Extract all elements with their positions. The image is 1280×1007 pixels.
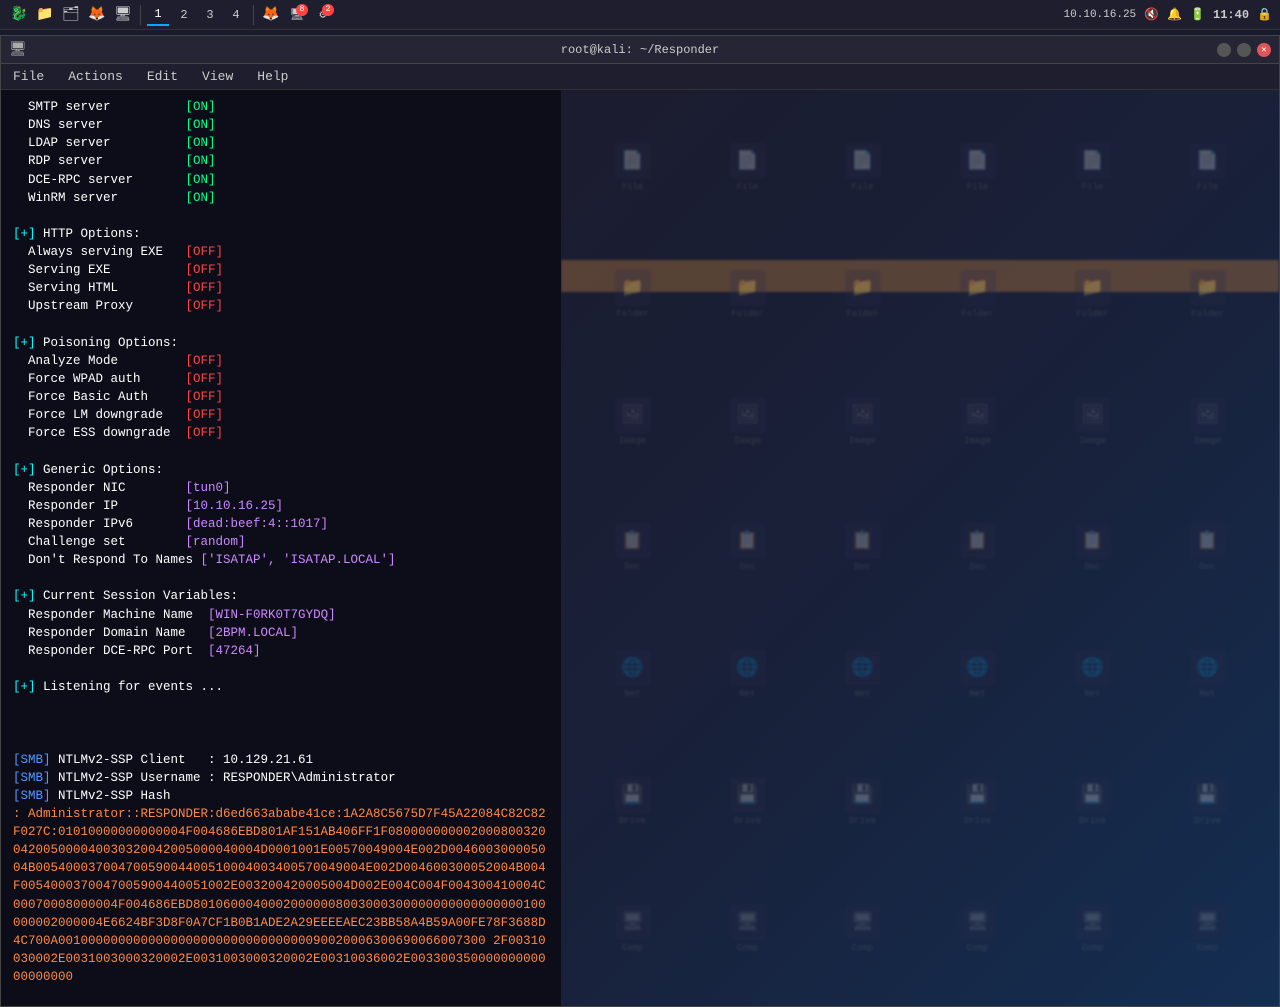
domain-name-line: Responder Domain Name [2BPM.LOCAL] xyxy=(13,624,549,642)
listening-line: [+] Listening for events ... xyxy=(13,678,549,696)
responder-ip-line: Responder IP [10.10.16.25] xyxy=(13,497,549,515)
dcerpc-server-line: DCE-RPC server [ON] xyxy=(13,171,549,189)
smb-client-line: [SMB] NTLMv2-SSP Client : 10.129.21.61 xyxy=(13,751,549,769)
badge-count-8: 8 xyxy=(296,4,308,16)
lock-icon[interactable]: 🔒 xyxy=(1257,7,1272,22)
taskbar: 🐉 📁 🗂 🦊 🖥 1 2 3 4 🦊 🖥 8 ⚙ 2 10.10.16.25 … xyxy=(0,0,1280,30)
smtp-server-line: SMTP server [ON] xyxy=(13,98,549,116)
app-icon-dragon[interactable]: 🐉 xyxy=(8,4,30,26)
background-icons: 📄File 📄File 📄File 📄File 📄File 📄File 📁Fol… xyxy=(561,90,1279,1006)
http-options-header: [+] HTTP Options: xyxy=(13,225,549,243)
terminal[interactable]: SMTP server [ON] DNS server [ON] LDAP se… xyxy=(1,90,561,1006)
firefox-icon[interactable]: 🦊 xyxy=(260,4,282,26)
winrm-server-line: WinRM server [ON] xyxy=(13,189,549,207)
poison-options-header: [+] Poisoning Options: xyxy=(13,334,549,352)
blank5 xyxy=(13,660,549,678)
blank8 xyxy=(13,732,549,750)
session-vars-header: [+] Current Session Variables: xyxy=(13,587,549,605)
serving-html-line: Serving HTML [OFF] xyxy=(13,279,549,297)
clock: 11:40 xyxy=(1213,8,1249,22)
machine-name-line: Responder Machine Name [WIN-F0RK0T7GYDQ] xyxy=(13,606,549,624)
rdp-server-line: RDP server [ON] xyxy=(13,152,549,170)
smb-hash-line: [SMB] NTLMv2-SSP Hash xyxy=(13,787,549,805)
maximize-button[interactable] xyxy=(1237,43,1251,57)
desktop-4[interactable]: 4 xyxy=(225,4,247,26)
main-window: 🖥 root@kali: ~/Responder ✕ File Actions … xyxy=(0,35,1280,1007)
force-lm-line: Force LM downgrade [OFF] xyxy=(13,406,549,424)
force-ess-line: Force ESS downgrade [OFF] xyxy=(13,424,549,442)
force-basic-line: Force Basic Auth [OFF] xyxy=(13,388,549,406)
force-wpad-line: Force WPAD auth [OFF] xyxy=(13,370,549,388)
mute-icon[interactable]: 🔇 xyxy=(1144,7,1159,22)
upstream-proxy-line: Upstream Proxy [OFF] xyxy=(13,297,549,315)
window-controls: ✕ xyxy=(1217,43,1271,57)
smb-hash-value: : Administrator::RESPONDER:d6ed663ababe4… xyxy=(13,805,549,986)
menu-view[interactable]: View xyxy=(198,67,237,86)
bell-icon[interactable]: 🔔 xyxy=(1167,7,1182,22)
menu-help[interactable]: Help xyxy=(253,67,292,86)
blank7 xyxy=(13,714,549,732)
content-area: SMTP server [ON] DNS server [ON] LDAP se… xyxy=(1,90,1279,1006)
app-icon-files[interactable]: 🗂 xyxy=(60,4,82,26)
minimize-button[interactable] xyxy=(1217,43,1231,57)
battery-icon[interactable]: 🔋 xyxy=(1190,7,1205,22)
responder-ipv6-line: Responder IPv6 [dead:beef:4::1017] xyxy=(13,515,549,533)
badge-2[interactable]: ⚙ 2 xyxy=(312,4,334,26)
responder-nic-line: Responder NIC [tun0] xyxy=(13,479,549,497)
app-icon-terminal[interactable]: 🖥 xyxy=(112,4,134,26)
window-title: root@kali: ~/Responder xyxy=(561,43,719,57)
ip-address: 10.10.16.25 xyxy=(1064,9,1137,21)
desktop-3[interactable]: 3 xyxy=(199,4,221,26)
blank9 xyxy=(13,986,549,1004)
smb-user-line: [SMB] NTLMv2-SSP Username : RESPONDER\Ad… xyxy=(13,769,549,787)
dns-server-line: DNS server [ON] xyxy=(13,116,549,134)
always-serving-line: Always serving EXE [OFF] xyxy=(13,243,549,261)
blank2 xyxy=(13,316,549,334)
menu-edit[interactable]: Edit xyxy=(143,67,182,86)
analyze-mode-line: Analyze Mode [OFF] xyxy=(13,352,549,370)
window-icon: 🖥 xyxy=(9,41,27,58)
taskbar-separator xyxy=(140,5,141,25)
blank3 xyxy=(13,442,549,460)
desktop-2[interactable]: 2 xyxy=(173,4,195,26)
ldap-server-line: LDAP server [ON] xyxy=(13,134,549,152)
badge-count-2: 2 xyxy=(322,4,334,16)
dce-rpc-port-line: Responder DCE-RPC Port [47264] xyxy=(13,642,549,660)
close-button[interactable]: ✕ xyxy=(1257,43,1271,57)
serving-exe-line: Serving EXE [OFF] xyxy=(13,261,549,279)
right-panel: 📄File 📄File 📄File 📄File 📄File 📄File 📁Fol… xyxy=(561,90,1279,1006)
app-icon-firefox[interactable]: 🦊 xyxy=(86,4,108,26)
desktop-1[interactable]: 1 xyxy=(147,4,169,26)
blank6 xyxy=(13,696,549,714)
blank1 xyxy=(13,207,549,225)
app-icon-folder[interactable]: 📁 xyxy=(34,4,56,26)
blank4 xyxy=(13,569,549,587)
generic-options-header: [+] Generic Options: xyxy=(13,461,549,479)
title-bar: 🖥 root@kali: ~/Responder ✕ xyxy=(1,36,1279,64)
badge-8[interactable]: 🖥 8 xyxy=(286,4,308,26)
menu-actions[interactable]: Actions xyxy=(64,67,127,86)
taskbar-right: 10.10.16.25 🔇 🔔 🔋 11:40 🔒 xyxy=(1064,7,1272,22)
challenge-set-line: Challenge set [random] xyxy=(13,533,549,551)
menu-file[interactable]: File xyxy=(9,67,48,86)
menu-bar: File Actions Edit View Help xyxy=(1,64,1279,90)
taskbar-separator-2 xyxy=(253,5,254,25)
dont-respond-line: Don't Respond To Names ['ISATAP', 'ISATA… xyxy=(13,551,549,569)
